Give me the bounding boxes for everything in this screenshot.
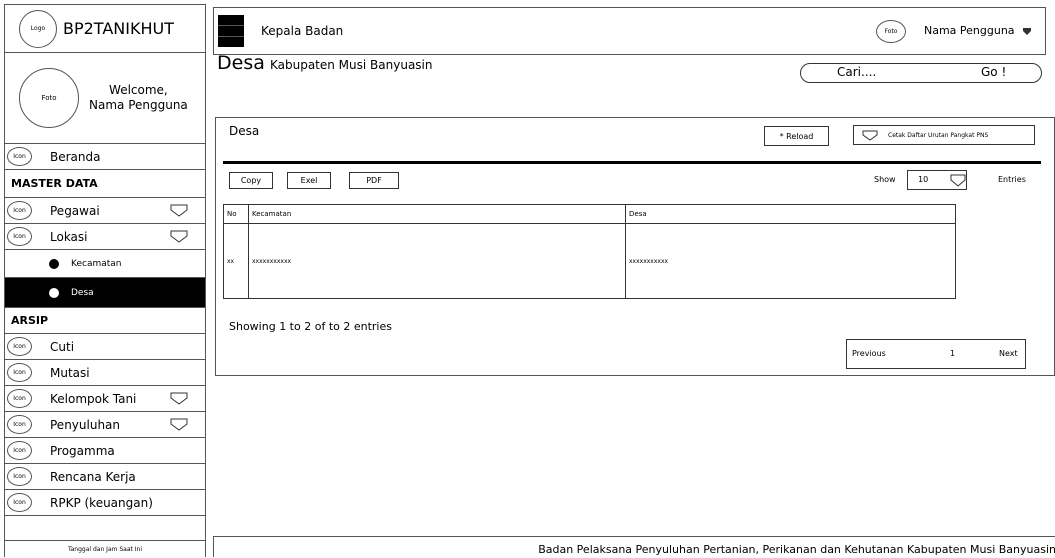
- reload-button[interactable]: * Reload: [764, 126, 829, 146]
- penyuluhan-icon: Icon: [7, 415, 32, 434]
- sidebar-spacer: [5, 516, 205, 541]
- sidebar-item-label: Penyuluhan: [50, 417, 121, 432]
- sidebar-subitem-kecamatan[interactable]: Kecamatan: [5, 250, 205, 278]
- entries-value: 10: [918, 175, 929, 184]
- sidebar-item-label: Rencana Kerja: [50, 469, 136, 484]
- table-info: Showing 1 to 2 of to 2 entries: [229, 320, 392, 333]
- rencana-kerja-icon: Icon: [7, 467, 32, 486]
- table-cell: xx: [223, 223, 249, 299]
- avatar: Foto: [19, 68, 79, 128]
- sidebar-item-label: Kecamatan: [71, 258, 122, 269]
- top-header: Kepala Badan Foto Nama Pengguna: [213, 7, 1046, 55]
- sidebar-item-label: Cuti: [50, 339, 75, 354]
- next-button[interactable]: Next: [999, 349, 1018, 358]
- show-label: Show: [874, 175, 896, 184]
- sidebar-item-mutasi[interactable]: Icon Mutasi: [5, 360, 205, 386]
- sidebar-item-kelompok-tani[interactable]: Icon Kelompok Tani: [5, 386, 205, 412]
- sidebar-item-progamma[interactable]: Icon Progamma: [5, 438, 205, 464]
- welcome-text: Welcome, Nama Pengguna: [89, 83, 188, 113]
- chevron-down-icon[interactable]: [169, 229, 189, 244]
- user-welcome: Foto Welcome, Nama Pengguna: [5, 53, 205, 144]
- table-cell: xxxxxxxxxxx: [248, 223, 626, 299]
- sidebar-item-lokasi[interactable]: Icon Lokasi: [5, 224, 205, 250]
- sidebar-subitem-desa[interactable]: Desa: [5, 278, 205, 308]
- welcome-username: Nama Pengguna: [89, 98, 188, 112]
- sidebar-item-label: Pegawai: [50, 203, 100, 218]
- pdf-button[interactable]: PDF: [349, 172, 399, 189]
- chevron-down-icon: [950, 174, 966, 187]
- cuti-icon: Icon: [7, 337, 32, 356]
- previous-button[interactable]: Previous: [852, 349, 886, 358]
- sidebar-item-label: Mutasi: [50, 365, 90, 380]
- mutasi-icon: Icon: [7, 363, 32, 382]
- print-label: Cetak Daftar Urutan Pangkat PNS: [888, 131, 989, 139]
- sidebar-item-label: Lokasi: [50, 229, 88, 244]
- page-subtitle: Kabupaten Musi Banyuasin: [269, 58, 433, 72]
- go-button[interactable]: Go !: [981, 65, 1006, 79]
- panel-title: Desa: [229, 124, 260, 138]
- page-title: Desa Kabupaten Musi Banyuasin: [217, 52, 432, 74]
- sidebar-item-beranda[interactable]: Icon Beranda: [5, 144, 205, 170]
- table-cell: xxxxxxxxxxx: [625, 223, 956, 299]
- entries-select[interactable]: 10: [907, 170, 967, 190]
- sidebar-item-label: RPKP (keuangan): [50, 495, 153, 510]
- menu-icon[interactable]: [218, 15, 244, 47]
- sidebar-item-label: Progamma: [50, 443, 115, 458]
- page-number[interactable]: 1: [950, 349, 955, 358]
- sidebar-item-pegawai[interactable]: Icon Pegawai: [5, 198, 205, 224]
- content-panel: Desa * Reload Cetak Daftar Urutan Pangka…: [215, 117, 1055, 376]
- section-arsip: ARSIP: [5, 308, 205, 334]
- welcome-line: Welcome,: [109, 83, 168, 97]
- sidebar-item-label: Beranda: [50, 149, 101, 164]
- sidebar: Logo BP2TANIKHUT Foto Welcome, Nama Peng…: [4, 4, 206, 557]
- sidebar-item-rencana-kerja[interactable]: Icon Rencana Kerja: [5, 464, 205, 490]
- column-header[interactable]: Desa: [625, 204, 956, 224]
- divider: [223, 161, 1041, 164]
- section-master-data: MASTER DATA: [5, 170, 205, 198]
- progamma-icon: Icon: [7, 441, 32, 460]
- chevron-down-icon[interactable]: [169, 203, 189, 218]
- pegawai-icon: Icon: [7, 201, 32, 220]
- footer: Badan Pelaksana Penyuluhan Pertanian, Pe…: [213, 536, 1055, 557]
- table-header-row: No Kecamatan Desa: [223, 204, 956, 224]
- print-button[interactable]: Cetak Daftar Urutan Pangkat PNS: [853, 125, 1035, 145]
- chevron-down-icon[interactable]: [169, 391, 189, 406]
- datetime-text: Tanggal dan Jam Saat Ini: [67, 546, 143, 553]
- data-table: No Kecamatan Desa xx xxxxxxxxxxx xxxxxxx…: [223, 204, 956, 299]
- copy-button[interactable]: Copy: [229, 172, 273, 189]
- bullet-icon: [49, 258, 59, 269]
- page-title-text: Desa: [217, 52, 265, 74]
- brand-name: BP2TANIKHUT: [63, 19, 174, 38]
- pagination: Previous 1 Next: [846, 339, 1026, 369]
- sidebar-item-penyuluhan[interactable]: Icon Penyuluhan: [5, 412, 205, 438]
- datetime: Tanggal dan Jam Saat Ini: [5, 541, 205, 558]
- rpkp-icon: Icon: [7, 493, 32, 512]
- kelompok-tani-icon: Icon: [7, 389, 32, 408]
- user-name[interactable]: Nama Pengguna: [924, 24, 1015, 37]
- column-header[interactable]: Kecamatan: [248, 204, 626, 224]
- search-bar[interactable]: Cari.... Go !: [800, 63, 1042, 83]
- dropdown-caret-icon[interactable]: [1023, 28, 1031, 35]
- section-heading: MASTER DATA: [11, 177, 98, 190]
- sidebar-brand[interactable]: Logo BP2TANIKHUT: [5, 5, 205, 53]
- search-input[interactable]: Cari....: [837, 65, 876, 79]
- header-title: Kepala Badan: [261, 24, 344, 38]
- sidebar-item-cuti[interactable]: Icon Cuti: [5, 334, 205, 360]
- chevron-down-icon[interactable]: [169, 417, 189, 432]
- user-avatar-icon[interactable]: Foto: [876, 20, 906, 43]
- excel-button[interactable]: Exel: [287, 172, 331, 189]
- column-header[interactable]: No: [223, 204, 249, 224]
- footer-text: Badan Pelaksana Penyuluhan Pertanian, Pe…: [538, 543, 1055, 556]
- lokasi-icon: Icon: [7, 227, 32, 246]
- chevron-down-icon: [862, 130, 878, 141]
- logo-icon: Logo: [19, 9, 57, 48]
- sidebar-item-label: Kelompok Tani: [50, 391, 137, 406]
- sidebar-item-label: Desa: [71, 287, 94, 298]
- sidebar-item-rpkp[interactable]: Icon RPKP (keuangan): [5, 490, 205, 516]
- table-row[interactable]: xx xxxxxxxxxxx xxxxxxxxxxx: [223, 223, 956, 299]
- home-icon: Icon: [7, 147, 32, 166]
- entries-label: Entries: [998, 175, 1026, 184]
- section-heading: ARSIP: [11, 314, 49, 327]
- bullet-icon: [49, 287, 59, 298]
